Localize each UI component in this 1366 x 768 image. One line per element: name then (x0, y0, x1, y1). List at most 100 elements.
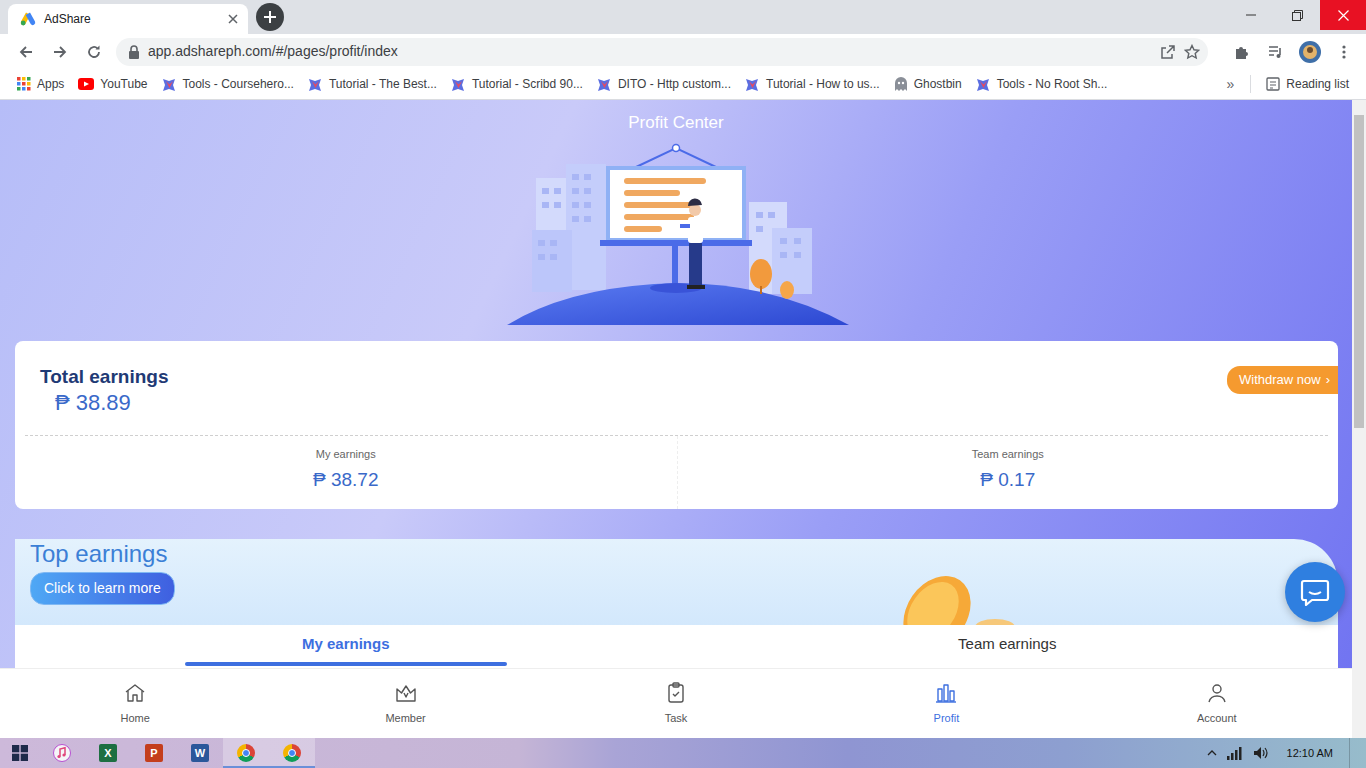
chrome-icon[interactable] (237, 744, 255, 762)
bookmark-label[interactable]: Tutorial - The Best... (329, 75, 437, 93)
browser-window: AdShare app.adshareph.com/#/pages/profit… (0, 0, 1366, 768)
back-button[interactable] (12, 38, 40, 66)
new-tab-button[interactable] (256, 3, 284, 31)
nav-label[interactable]: Home (121, 710, 150, 727)
chevron-up-icon[interactable] (1207, 749, 1217, 757)
bookmark-label[interactable]: Tools - Coursehero... (183, 75, 294, 93)
share-icon[interactable] (1160, 44, 1176, 60)
bookmark-label[interactable]: Tutorial - How to us... (766, 75, 880, 93)
taskbar-app[interactable] (39, 738, 85, 768)
bookmark-label[interactable]: DITO - Http custom... (618, 75, 731, 93)
bookmark-label[interactable]: Tools - No Root Sh... (997, 75, 1108, 93)
media-button[interactable] (1262, 38, 1290, 66)
earnings-tab[interactable]: My earnings (15, 625, 677, 668)
bookmark[interactable]: Apps (10, 75, 71, 93)
taskbar-app[interactable] (269, 738, 315, 768)
taskbar-app[interactable] (223, 738, 269, 768)
chevron-icon[interactable]: › (1326, 370, 1330, 390)
reload-button[interactable] (80, 38, 108, 66)
tab-close-icon[interactable] (228, 14, 238, 24)
tool-icon[interactable] (451, 77, 466, 92)
app-letter[interactable]: X (104, 748, 111, 759)
star-icon[interactable] (1184, 44, 1200, 60)
nav-item[interactable]: Member (270, 669, 540, 738)
office-app-icon[interactable]: W (191, 744, 209, 762)
nav-label[interactable]: Profit (934, 710, 960, 727)
withdraw-button[interactable]: Withdraw now › (1227, 366, 1338, 394)
nav-item[interactable]: Task (541, 669, 811, 738)
office-app-icon[interactable]: P (145, 744, 163, 762)
nav-label[interactable]: Member (385, 710, 425, 727)
app-tile[interactable]: X (99, 744, 117, 762)
earnings-tab[interactable]: Team earnings (677, 625, 1339, 668)
nav-item[interactable]: Profit (811, 669, 1081, 738)
tool-icon[interactable] (308, 77, 323, 92)
scrollbar-thumb[interactable] (1354, 115, 1364, 428)
nav-label[interactable]: Account (1197, 710, 1237, 727)
app-letter[interactable]: P (150, 748, 157, 759)
youtube-icon[interactable] (78, 78, 94, 90)
app-tile[interactable]: W (191, 744, 209, 762)
restore-button[interactable] (1274, 0, 1320, 30)
chrome-icon[interactable] (283, 744, 301, 762)
minimize-button[interactable] (1228, 0, 1274, 30)
bookmark-label[interactable]: Ghostbin (914, 75, 962, 93)
account-icon[interactable] (1205, 681, 1229, 705)
nav-item[interactable]: Account (1082, 669, 1352, 738)
taskbar-app[interactable]: X (85, 738, 131, 768)
taskbar-app[interactable]: W (177, 738, 223, 768)
office-app-icon[interactable]: X (99, 744, 117, 762)
learn-more-button[interactable]: Click to learn more (30, 572, 175, 605)
clock[interactable]: 12:10 AM (1279, 745, 1339, 762)
bookmark[interactable]: Ghostbin (887, 75, 969, 93)
reading-list-label[interactable]: Reading list (1286, 75, 1349, 93)
bookmark-label[interactable]: Tutorial - Scribd 90... (472, 75, 583, 93)
tab-label[interactable]: My earnings (302, 633, 390, 656)
tool-icon[interactable] (597, 77, 612, 92)
bookmark[interactable]: DITO - Http custom... (590, 75, 738, 93)
volume-icon[interactable] (1253, 746, 1269, 760)
apps-icon[interactable] (17, 77, 31, 91)
address-text[interactable]: app.adshareph.com/#/pages/profit/index (148, 41, 1152, 62)
tab-title[interactable]: AdShare (44, 10, 220, 28)
tool-icon[interactable] (162, 77, 177, 92)
tool-icon[interactable] (745, 77, 760, 92)
extensions-button[interactable] (1228, 38, 1256, 66)
start-button[interactable] (0, 738, 39, 768)
task-icon[interactable] (664, 681, 688, 705)
nav-label[interactable]: Task (665, 710, 688, 727)
ghost-icon[interactable] (894, 77, 908, 92)
menu-button[interactable] (1330, 38, 1358, 66)
member-icon[interactable] (394, 681, 418, 705)
bookmark[interactable]: YouTube (71, 75, 154, 93)
forward-button[interactable] (46, 38, 74, 66)
bookmark[interactable]: Tools - No Root Sh... (969, 75, 1115, 93)
tool-icon[interactable] (976, 77, 991, 92)
home-icon[interactable] (123, 681, 147, 705)
address-bar[interactable]: app.adshareph.com/#/pages/profit/index (116, 38, 1208, 66)
profile-button[interactable] (1296, 38, 1324, 66)
chat-icon (1300, 578, 1330, 606)
app-tile[interactable]: P (145, 744, 163, 762)
bookmark[interactable]: Tools - Coursehero... (155, 75, 301, 93)
close-button[interactable] (1320, 0, 1366, 30)
nav-item[interactable]: Home (0, 669, 270, 738)
bookmark[interactable]: Tutorial - How to us... (738, 75, 887, 93)
chat-button[interactable] (1285, 562, 1345, 622)
bookmark[interactable]: Tutorial - The Best... (301, 75, 444, 93)
show-desktop-button[interactable] (1349, 738, 1354, 768)
bookmark[interactable]: Tutorial - Scribd 90... (444, 75, 590, 93)
profit-icon[interactable] (934, 681, 958, 705)
reading-list-button[interactable]: Reading list (1259, 75, 1356, 93)
more-bookmarks-button[interactable]: » (1219, 74, 1243, 95)
itunes-icon[interactable] (53, 744, 71, 762)
browser-tab[interactable]: AdShare (8, 4, 248, 34)
tab-label[interactable]: Team earnings (958, 633, 1056, 656)
bookmark-label[interactable]: Apps (37, 75, 64, 93)
withdraw-label[interactable]: Withdraw now (1239, 370, 1321, 390)
taskbar-app[interactable]: P (131, 738, 177, 768)
app-letter[interactable]: W (195, 748, 205, 759)
bookmark-label[interactable]: YouTube (100, 75, 147, 93)
signal-icon[interactable] (1227, 746, 1243, 760)
scrollbar[interactable] (1352, 100, 1366, 738)
